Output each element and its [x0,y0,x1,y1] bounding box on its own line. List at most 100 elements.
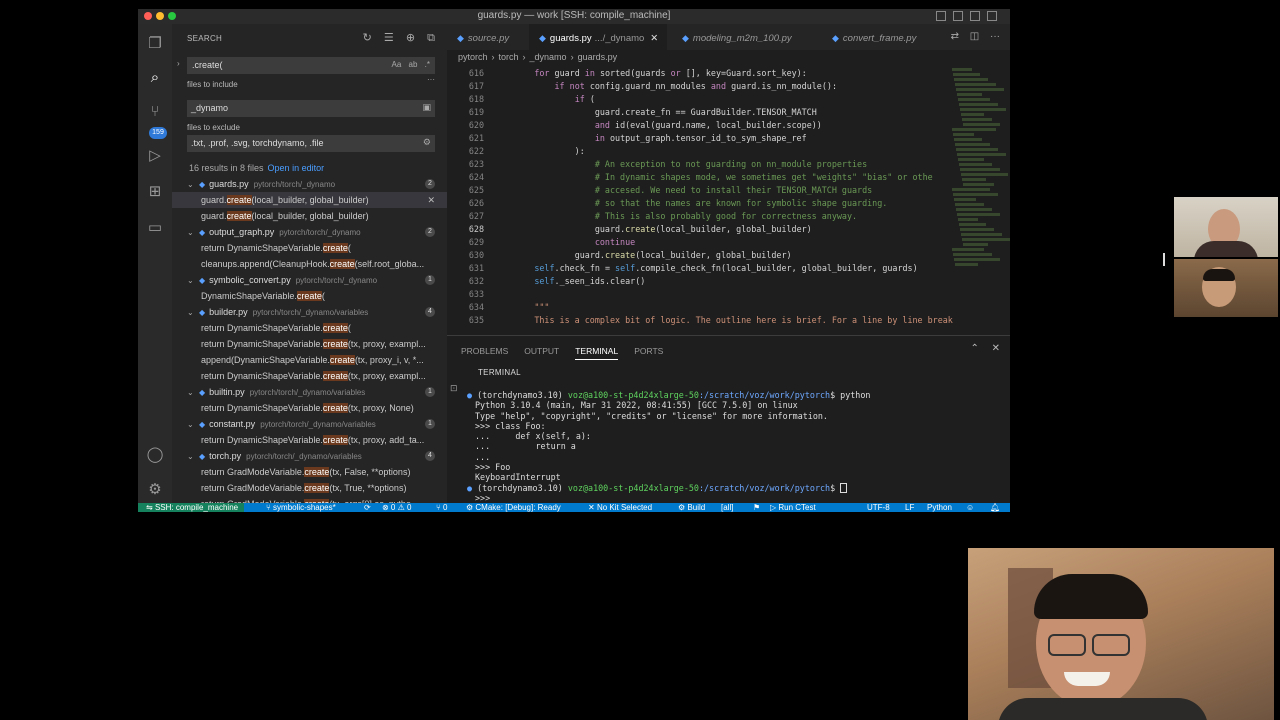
result-match-row[interactable]: return DynamicShapeVariable.create( [172,240,447,256]
open-in-editor-link[interactable]: Open in editor [268,163,325,173]
account-icon[interactable]: ◯ [145,445,165,465]
build-target[interactable]: [all] [721,503,733,512]
maximize-panel-icon[interactable]: ⌃ [970,343,978,354]
run-debug-icon[interactable]: ▷ [145,146,165,166]
clear-results-icon[interactable]: ☰ [384,32,394,44]
code-view[interactable]: 616 for guard in sorted(guards or [], ke… [447,67,1010,327]
customize-layout-icon[interactable] [987,11,997,21]
breadcrumb-item[interactable]: guards.py [578,52,618,62]
result-file-row[interactable]: ⌄ ◆ builder.py pytorch/torch/_dynamo/variab… [172,304,447,320]
match-word-toggle[interactable]: ab [409,60,418,69]
breadcrumb-item[interactable]: torch [499,52,519,62]
result-match-row[interactable]: return DynamicShapeVariable.create( [172,320,447,336]
eol-indicator[interactable]: LF [905,503,914,512]
result-match-row[interactable]: return GradModeVariable.create(tx, args[… [172,496,447,503]
extensions-icon[interactable]: ⊞ [145,182,165,202]
tab-convert_frame-py[interactable]: ◆ convert_frame.py [822,24,942,50]
build-button[interactable]: ⚙ Build [678,503,705,512]
remote-indicator[interactable]: ⇋ SSH: compile_machine [138,503,245,512]
search-icon[interactable]: ⌕ [145,68,165,88]
result-match-row[interactable]: cleanups.append(CleanupHook.create(self.… [172,256,447,272]
minimap-line [954,198,976,201]
result-match-row[interactable]: return DynamicShapeVariable.create(tx, p… [172,336,447,352]
more-options-icon[interactable]: ··· [427,75,435,84]
result-match-row[interactable]: guard.create(local_builder, global_build… [172,208,447,224]
panel-tab-terminal[interactable]: TERMINAL [575,346,619,360]
ctest-button[interactable]: ▷ Run CTest [770,503,816,512]
refresh-icon[interactable]: ↻ [363,32,372,44]
search-input[interactable]: .create( Aa ab .* [187,57,435,74]
gear-icon[interactable]: ⚙ [145,480,165,500]
result-match-row[interactable]: return GradModeVariable.create(tx, False… [172,464,447,480]
split-editor-icon[interactable]: ◫ [970,31,979,42]
result-file-row[interactable]: ⌄ ◆ guards.py pytorch/torch/_dynamo 2 [172,176,447,192]
match-case-toggle[interactable]: Aa [391,60,401,69]
cmake-status[interactable]: ⚙ CMake: [Debug]: Ready [466,503,561,512]
panel-tab-ports[interactable]: PORTS [634,346,663,356]
explorer-icon[interactable]: ❐ [145,34,165,54]
language-indicator[interactable]: Python [927,503,952,512]
exclude-value[interactable]: .txt, .prof, .svg, torchdynamo, .file [191,138,324,148]
tab-guards-py[interactable]: ◆ guards.py .../_dynamo ✕ [529,24,667,50]
source-control-icon[interactable]: ⑂ [145,102,165,122]
search-query[interactable]: .create( [192,60,223,70]
terminal-output[interactable]: ● (torchdynamo3.10) voz@a100-st-p4d24xla… [467,390,1007,503]
include-field[interactable]: _dynamo ▣ [187,100,435,117]
regex-toggle[interactable]: .* [425,60,430,69]
toggle-panel-icon[interactable] [953,11,963,21]
minimap[interactable] [952,68,1010,332]
notifications-icon[interactable]: 🔔︎ [990,503,1000,512]
tab-source-py[interactable]: ◆ source.py [447,24,527,50]
sync-icon[interactable]: ⟳ [364,503,371,512]
problems-indicator[interactable]: ⊗ 0 ⚠ 0 [382,503,411,512]
collapse-all-icon[interactable]: ⧉ [427,32,435,44]
result-file-row[interactable]: ⌄ ◆ symbolic_convert.py pytorch/torch/_dyna… [172,272,447,288]
encoding-indicator[interactable]: UTF-8 [867,503,890,512]
result-match-row[interactable]: guard.create(local_builder, global_build… [172,192,447,208]
result-file-row[interactable]: ⌄ ◆ constant.py pytorch/torch/_dynamo/varia… [172,416,447,432]
result-match-row[interactable]: return DynamicShapeVariable.create(tx, p… [172,400,447,416]
result-match-row[interactable]: append(DynamicShapeVariable.create(tx, p… [172,352,447,368]
result-file-row[interactable]: ⌄ ◆ builtin.py pytorch/torch/_dynamo/variab… [172,384,447,400]
result-file-row[interactable]: ⌄ ◆ torch.py pytorch/torch/_dynamo/variable… [172,448,447,464]
close-panel-icon[interactable]: ✕ [992,343,1000,354]
match-prefix: append(DynamicShapeVariable. [201,355,330,365]
toggle-secondary-sidebar-icon[interactable] [970,11,980,21]
chevron-down-icon[interactable]: ⌄ [187,305,197,320]
chevron-down-icon[interactable]: ⌄ [187,273,197,288]
result-file-row[interactable]: ⌄ ◆ output_graph.py pytorch/torch/_dynamo 2 [172,224,447,240]
ports-indicator[interactable]: ⑂ 0 [436,503,447,512]
breadcrumb-item[interactable]: pytorch [458,52,488,62]
more-actions-icon[interactable]: ··· [990,31,1000,42]
panel-tab-output[interactable]: OUTPUT [524,346,559,356]
include-value[interactable]: _dynamo [191,103,228,113]
tab-modeling_m2m_100-py[interactable]: ◆ modeling_m2m_100.py [672,24,817,50]
use-exclude-settings-icon[interactable]: ⚙ [423,137,431,148]
close-tab-icon[interactable]: ✕ [650,33,658,44]
result-match-row[interactable]: return DynamicShapeVariable.create(tx, p… [172,432,447,448]
chevron-down-icon[interactable]: ⌄ [187,449,197,464]
remote-icon[interactable]: ▭ [145,218,165,238]
toggle-replace-icon[interactable]: › [177,59,180,68]
breadcrumb-item[interactable]: _dynamo [530,52,567,62]
open-changes-icon[interactable]: ⇄ [951,31,959,42]
result-match-row[interactable]: DynamicShapeVariable.create( [172,288,447,304]
chevron-down-icon[interactable]: ⌄ [187,177,197,192]
result-match-row[interactable]: return DynamicShapeVariable.create(tx, p… [172,368,447,384]
breadcrumb-separator-icon: › [570,52,574,62]
feedback-icon[interactable]: ☺ [966,503,974,512]
chevron-down-icon[interactable]: ⌄ [187,385,197,400]
dismiss-result-icon[interactable]: ✕ [427,192,435,208]
kit-selector[interactable]: ✕ No Kit Selected [588,503,652,512]
open-editors-only-icon[interactable]: ▣ [422,102,431,113]
branch-indicator[interactable]: ⑂ symbolic-shapes* [266,503,336,512]
chevron-down-icon[interactable]: ⌄ [187,417,197,432]
terminal-view-icon[interactable]: ⊡ [450,383,458,394]
exclude-field[interactable]: .txt, .prof, .svg, torchdynamo, .file ⚙ [187,135,435,152]
new-search-editor-icon[interactable]: ⊕ [406,32,415,44]
toggle-sidebar-icon[interactable] [936,11,946,21]
panel-tab-problems[interactable]: PROBLEMS [461,346,508,356]
result-match-row[interactable]: return GradModeVariable.create(tx, True,… [172,480,447,496]
debug-icon[interactable]: ⚑ [753,503,760,512]
chevron-down-icon[interactable]: ⌄ [187,225,197,240]
